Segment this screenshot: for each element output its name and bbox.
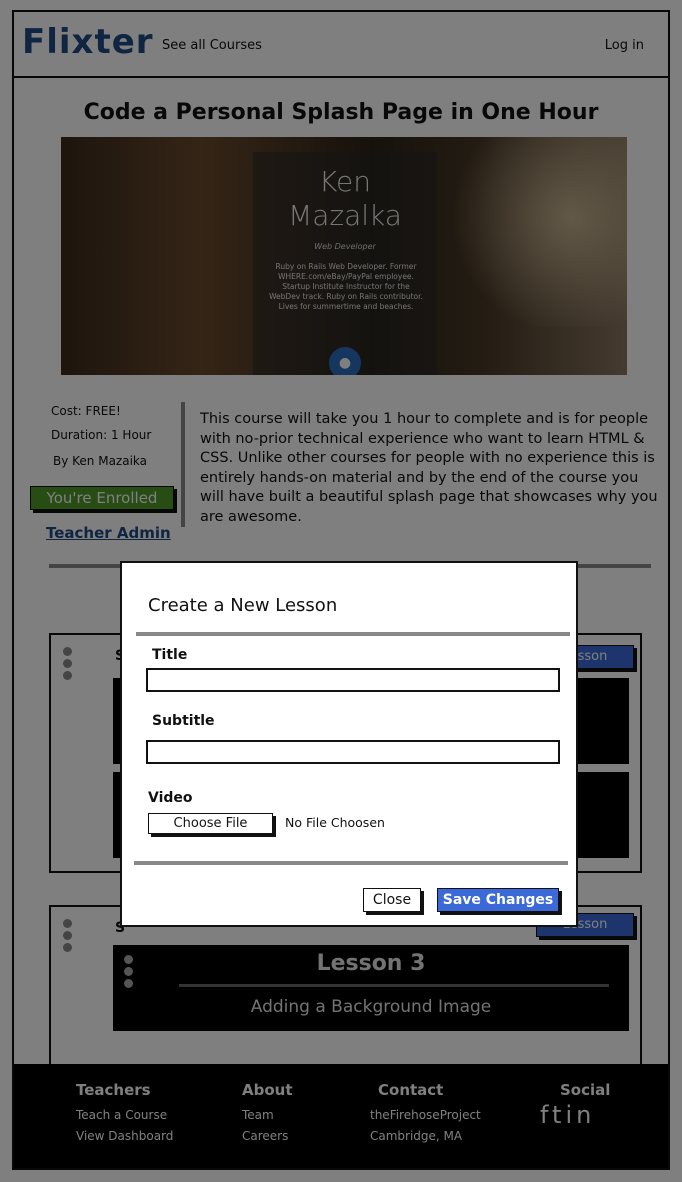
- modal-header-divider: [136, 632, 570, 636]
- video-label: Video: [148, 790, 193, 806]
- modal-footer-divider: [134, 861, 568, 865]
- choose-file-button[interactable]: Choose File: [148, 813, 273, 834]
- title-input[interactable]: [146, 668, 560, 692]
- create-lesson-modal: Create a New Lesson Title Subtitle Video…: [120, 561, 578, 927]
- title-label: Title: [152, 647, 188, 663]
- subtitle-label: Subtitle: [152, 713, 215, 729]
- save-changes-button[interactable]: Save Changes: [437, 888, 559, 912]
- close-button[interactable]: Close: [363, 888, 421, 912]
- subtitle-input[interactable]: [146, 740, 560, 764]
- modal-title: Create a New Lesson: [148, 595, 338, 616]
- file-status: No File Choosen: [285, 815, 385, 830]
